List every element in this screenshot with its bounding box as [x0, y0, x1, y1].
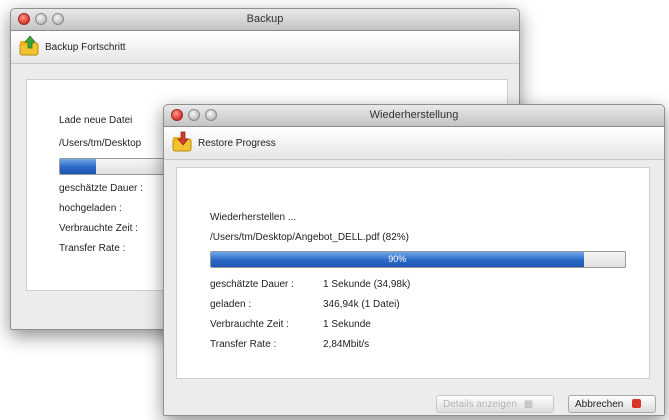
progress-percent: 90% — [388, 254, 407, 264]
backup-titlebar[interactable]: Backup — [11, 9, 519, 31]
label-loaded: geladen : — [210, 299, 252, 310]
header-title: Backup Fortschritt — [45, 42, 126, 53]
status-text: Wiederherstellen ... — [210, 212, 297, 223]
stop-icon — [632, 399, 642, 408]
label-rate: Transfer Rate : — [210, 339, 277, 350]
details-button-label: Details anzeigen — [443, 399, 517, 410]
details-button[interactable]: Details anzeigen ▦ — [436, 395, 554, 413]
file-path: /Users/tm/Desktop/Angebot_DELL.pdf (82%) — [210, 232, 409, 243]
value-rate: 2,84Mbit/s — [323, 339, 370, 350]
label-estimated: geschätzte Dauer : — [210, 279, 294, 290]
restore-panel: Wiederherstellen ... /Users/tm/Desktop/A… — [176, 167, 650, 379]
status-text: Lade neue Datei — [59, 115, 133, 126]
progress-fill — [60, 159, 96, 174]
label-uploaded: hochgeladen : — [59, 203, 122, 214]
label-elapsed: Verbrauchte Zeit : — [59, 223, 138, 234]
value-loaded: 346,94k (1 Datei) — [323, 299, 400, 310]
value-estimated: 1 Sekunde (34,98k) — [323, 279, 411, 290]
folder-download-icon — [172, 131, 192, 152]
restore-titlebar[interactable]: Wiederherstellung — [164, 105, 664, 127]
label-rate: Transfer Rate : — [59, 243, 126, 254]
value-elapsed: 1 Sekunde — [323, 319, 371, 330]
cancel-button-label: Abbrechen — [575, 399, 624, 410]
backup-header: Backup Fortschritt — [11, 31, 519, 64]
cancel-button[interactable]: Abbrechen — [568, 395, 656, 413]
toggle-icon: ▦ — [523, 399, 534, 410]
window-title: Backup — [246, 13, 284, 25]
restore-window: Wiederherstellung Restore Progress Wiede… — [163, 104, 665, 416]
label-elapsed: Verbrauchte Zeit : — [210, 319, 289, 330]
label-estimated: geschätzte Dauer : — [59, 183, 143, 194]
file-path: /Users/tm/Desktop — [59, 138, 142, 149]
window-title: Wiederherstellung — [369, 109, 459, 121]
restore-header: Restore Progress — [164, 127, 664, 160]
header-title: Restore Progress — [198, 138, 276, 149]
folder-upload-icon — [19, 35, 39, 56]
restore-progress-bar: 90% — [210, 251, 626, 268]
